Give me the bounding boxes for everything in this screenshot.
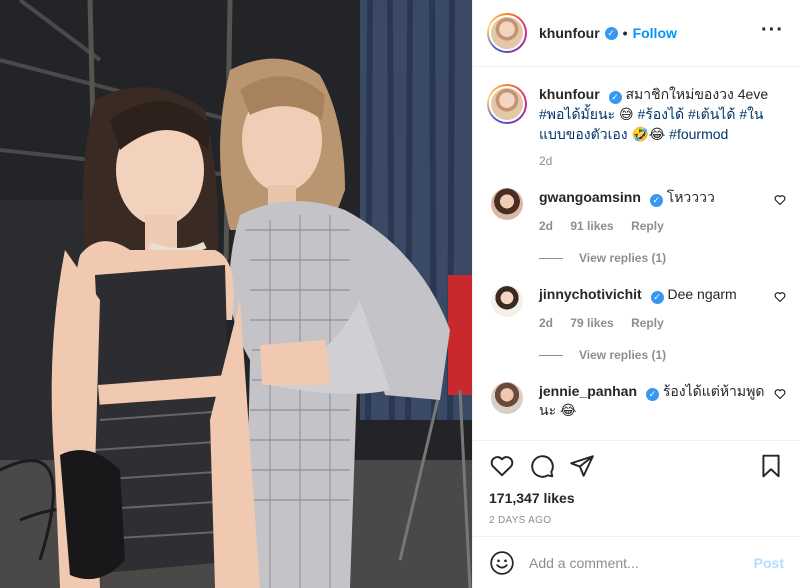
comment-bubble-icon[interactable] (529, 453, 555, 479)
like-heart-icon[interactable] (489, 453, 515, 479)
post-comment-button[interactable]: Post (754, 555, 784, 571)
comment-text: Dee ngarm (667, 286, 737, 302)
caption-text: khunfour ✓ สมาชิกใหม่ของวง 4eve #พอได้มั… (539, 84, 775, 144)
reply-button[interactable]: Reply (631, 316, 664, 330)
verified-badge-icon: ✓ (649, 194, 663, 207)
action-icons (489, 451, 784, 481)
share-paper-plane-icon[interactable] (569, 453, 595, 479)
view-replies-label: View replies (1) (579, 348, 667, 362)
post-photo[interactable] (0, 0, 472, 588)
caption-username[interactable]: khunfour (539, 86, 600, 102)
post-caption: khunfour ✓ สมาชิกใหม่ของวง 4eve #พอได้มั… (487, 84, 786, 144)
hashtag-link[interactable]: #พอได้มั้ยนะ (539, 106, 615, 122)
comment-item: jennie_panhan ✓ ร้องได้แต่ห้ามพูดนะ 😂 (487, 382, 786, 420)
caption-body: สมาชิกใหม่ของวง 4eve (625, 86, 769, 102)
view-replies-button[interactable]: View replies (1) (539, 348, 786, 362)
comment-likes[interactable]: 79 likes (570, 316, 613, 330)
caption-emoji: 🤣😂 (631, 126, 666, 142)
like-comment-heart-icon[interactable] (774, 194, 786, 206)
post-date[interactable]: 2 DAYS AGO (489, 515, 784, 526)
caption-avatar[interactable] (487, 84, 527, 124)
comments-section[interactable]: khunfour ✓ สมาชิกใหม่ของวง 4eve #พอได้มั… (473, 68, 800, 440)
add-comment-bar: Post (473, 536, 800, 588)
commenter-username[interactable]: jennie_panhan (539, 383, 637, 399)
caption-emoji: 😅 (618, 106, 634, 122)
photo-illustration (0, 0, 472, 588)
comment-item: gwangoamsinn ✓ โหวววว 2d 91 likes Reply (487, 188, 786, 236)
comment-item: jinnychotivichit ✓ Dee ngarm 2d 79 likes… (487, 285, 786, 333)
hashtag-link[interactable]: #ร้องได้ (637, 106, 684, 122)
comment-likes[interactable]: 91 likes (570, 219, 613, 233)
view-replies-label: View replies (1) (579, 251, 667, 265)
commenter-avatar[interactable] (491, 285, 523, 317)
view-replies-button[interactable]: View replies (1) (539, 251, 786, 265)
hashtag-link[interactable]: #เต้นได้ (688, 106, 735, 122)
post-header: khunfour ✓ • Follow ··· (473, 0, 800, 67)
commenter-avatar[interactable] (491, 382, 523, 414)
commenter-username[interactable]: gwangoamsinn (539, 189, 641, 205)
commenter-avatar[interactable] (491, 188, 523, 220)
verified-badge-icon: ✓ (650, 291, 664, 304)
author-username[interactable]: khunfour (539, 25, 600, 41)
comment-time: 2d (539, 219, 554, 233)
verified-badge-icon: ✓ (645, 388, 659, 401)
like-comment-heart-icon[interactable] (774, 388, 786, 400)
comment-time: 2d (539, 316, 554, 330)
instagram-post: khunfour ✓ • Follow ··· khunfour ✓ สมาชิ… (0, 0, 800, 588)
comment-meta: 2d 79 likes Reply (539, 314, 767, 333)
post-actions: 171,347 likes 2 DAYS AGO (473, 440, 800, 526)
commenter-username[interactable]: jinnychotivichit (539, 286, 642, 302)
replies-divider-line (539, 354, 563, 356)
more-horizontal-icon[interactable]: ··· (761, 20, 784, 41)
likes-count[interactable]: 171,347 likes (489, 490, 784, 506)
comment-meta: 2d 91 likes Reply (539, 217, 767, 236)
comment-text: โหวววว (666, 189, 715, 205)
comment-input[interactable] (529, 554, 754, 571)
author-avatar[interactable] (487, 13, 527, 53)
replies-divider-line (539, 257, 563, 259)
like-comment-heart-icon[interactable] (774, 291, 786, 303)
caption-timestamp: 2d (539, 154, 553, 168)
follow-button[interactable]: Follow (633, 25, 677, 41)
reply-button[interactable]: Reply (631, 219, 664, 233)
post-side-panel: khunfour ✓ • Follow ··· khunfour ✓ สมาชิ… (472, 0, 800, 588)
comment-body: gwangoamsinn ✓ โหวววว 2d 91 likes Reply (539, 188, 767, 236)
emoji-smiley-icon[interactable] (489, 550, 515, 576)
comment-body: jennie_panhan ✓ ร้องได้แต่ห้ามพูดนะ 😂 (539, 382, 767, 420)
comment-body: jinnychotivichit ✓ Dee ngarm 2d 79 likes… (539, 285, 767, 333)
verified-badge-icon: ✓ (608, 91, 622, 104)
verified-badge-icon: ✓ (604, 26, 618, 40)
save-bookmark-icon[interactable] (758, 453, 784, 479)
separator-dot: • (622, 25, 628, 41)
hashtag-link[interactable]: #fourmod (669, 126, 728, 142)
